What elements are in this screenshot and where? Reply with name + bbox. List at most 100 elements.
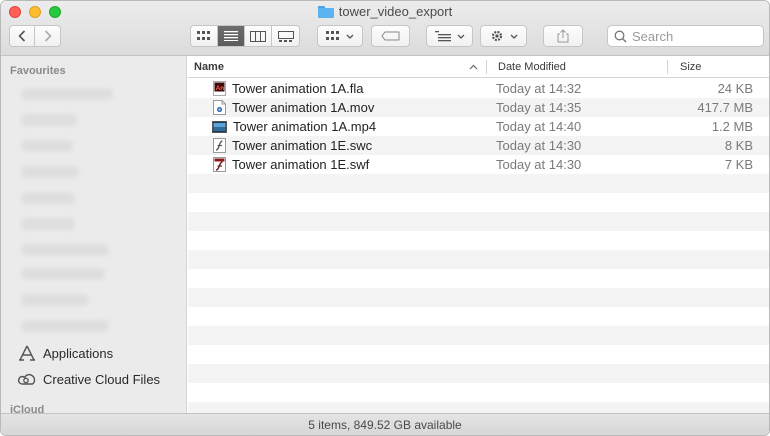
toolbar: tower_video_export [1, 1, 769, 56]
gallery-view-button[interactable] [272, 26, 299, 46]
mp4-file-icon [212, 120, 227, 133]
forward-button[interactable] [35, 26, 60, 46]
empty-row [188, 231, 769, 250]
file-name-cell: Tower animation 1E.swc [213, 138, 372, 153]
column-header-name-label: Name [194, 61, 224, 73]
sidebar-item-redacted[interactable] [21, 218, 75, 230]
file-name-cell: Tower animation 1A.mp4 [212, 119, 377, 134]
swc-file-icon [213, 138, 226, 153]
file-name: Tower animation 1A.fla [232, 81, 364, 96]
file-name-cell: Tower animation 1A.mov [213, 100, 374, 115]
file-row[interactable]: Tower animation 1A.mp4 Today at 14:40 1.… [188, 117, 769, 136]
chevron-left-icon [18, 30, 26, 42]
tags-button[interactable] [371, 25, 410, 47]
mov-file-icon [213, 100, 226, 115]
file-name: Tower animation 1A.mp4 [233, 119, 377, 134]
column-separator[interactable] [486, 60, 487, 74]
empty-row [188, 174, 769, 193]
tag-icon [380, 31, 399, 41]
sidebar-item-creative-cloud[interactable]: Creative Cloud Files [17, 369, 160, 389]
creative-cloud-icon [17, 373, 36, 385]
column-header-size-label: Size [680, 61, 702, 73]
list-view-button[interactable] [218, 26, 245, 46]
icon-grid-icon [197, 31, 210, 40]
sidebar-item-redacted[interactable] [21, 268, 105, 280]
window-title-text: tower_video_export [338, 4, 453, 19]
svg-text:An: An [216, 85, 225, 92]
empty-row [188, 269, 769, 288]
sidebar-item-redacted[interactable] [21, 244, 109, 256]
empty-row [188, 326, 769, 345]
file-date: Today at 14:30 [496, 157, 582, 172]
empty-row [188, 250, 769, 269]
file-row[interactable]: Tower animation 1E.swc Today at 14:30 8 … [188, 136, 769, 155]
sidebar: Favourites Applications Creative Cloud F… [1, 56, 187, 413]
sidebar-item-redacted[interactable] [21, 320, 109, 332]
search-icon [614, 30, 627, 43]
status-text: 5 items, 849.52 GB available [308, 418, 462, 432]
search-input[interactable] [632, 28, 752, 44]
sidebar-item-redacted[interactable] [21, 166, 79, 178]
file-name-cell: An Tower animation 1A.fla [213, 81, 364, 96]
chevron-down-icon [457, 34, 464, 39]
sidebar-item-applications[interactable]: Applications [17, 343, 113, 363]
column-header-name[interactable]: Name [188, 56, 486, 78]
sidebar-item-label: Creative Cloud Files [43, 371, 161, 387]
status-bar: 5 items, 849.52 GB available [1, 413, 769, 435]
file-date: Today at 14:32 [496, 81, 582, 96]
sidebar-item-redacted[interactable] [21, 88, 113, 100]
file-size: 1.2 MB [711, 119, 753, 134]
group-by-button[interactable] [317, 25, 363, 47]
list-icon [224, 31, 238, 41]
file-name-cell: Tower animation 1E.swf [213, 157, 369, 172]
nav-buttons [9, 25, 61, 47]
column-header-size[interactable]: Size [674, 56, 769, 78]
action-button[interactable] [480, 25, 527, 47]
folder-icon [317, 5, 334, 18]
sidebar-header-icloud: iCloud [10, 404, 45, 413]
file-date: Today at 14:30 [496, 138, 582, 153]
chevron-right-icon [44, 30, 52, 42]
column-view-button[interactable] [245, 26, 272, 46]
sidebar-item-redacted[interactable] [21, 114, 77, 126]
empty-row [188, 383, 769, 402]
file-size: 24 KB [717, 81, 753, 96]
column-separator[interactable] [667, 60, 668, 74]
sidebar-header-favourites: Favourites [10, 65, 66, 77]
file-list: An Tower animation 1A.fla Today at 14:32… [188, 79, 769, 413]
finder-window: tower_video_export Search Favourites App… [0, 0, 770, 436]
file-name: Tower animation 1A.mov [232, 100, 375, 115]
sidebar-item-redacted[interactable] [21, 140, 73, 152]
empty-row [188, 345, 769, 364]
empty-row [188, 402, 769, 413]
file-row[interactable]: An Tower animation 1A.fla Today at 14:32… [188, 79, 769, 98]
empty-row [188, 364, 769, 383]
empty-row [188, 307, 769, 326]
search-field[interactable] [607, 25, 764, 47]
sidebar-item-label: Applications [43, 345, 114, 361]
applications-icon [19, 345, 35, 361]
arrange-button[interactable] [426, 25, 473, 47]
arrange-list-icon [434, 30, 451, 41]
column-header-date-modified[interactable]: Date Modified [492, 56, 667, 78]
share-button[interactable] [543, 25, 583, 47]
column-header-bar: Name Date Modified Size [188, 56, 769, 78]
back-button[interactable] [10, 26, 35, 46]
file-row[interactable]: Tower animation 1E.swf Today at 14:30 7 … [188, 155, 769, 174]
columns-icon [250, 30, 266, 42]
view-mode-control [190, 25, 300, 47]
share-icon [557, 29, 569, 43]
sidebar-item-redacted[interactable] [21, 192, 75, 204]
icon-view-button[interactable] [191, 26, 218, 46]
file-row[interactable]: Tower animation 1A.mov Today at 14:35 41… [188, 98, 769, 117]
chevron-down-icon [510, 34, 517, 39]
animate-fla-icon: An [213, 81, 226, 96]
column-header-date-label: Date Modified [498, 61, 566, 73]
sidebar-item-redacted[interactable] [21, 294, 89, 306]
file-size: 7 KB [724, 157, 753, 172]
window-title: tower_video_export [1, 4, 769, 19]
file-size: 8 KB [724, 138, 753, 153]
grid-group-icon [326, 31, 339, 40]
gear-icon [491, 30, 502, 42]
chevron-down-icon [346, 34, 354, 39]
